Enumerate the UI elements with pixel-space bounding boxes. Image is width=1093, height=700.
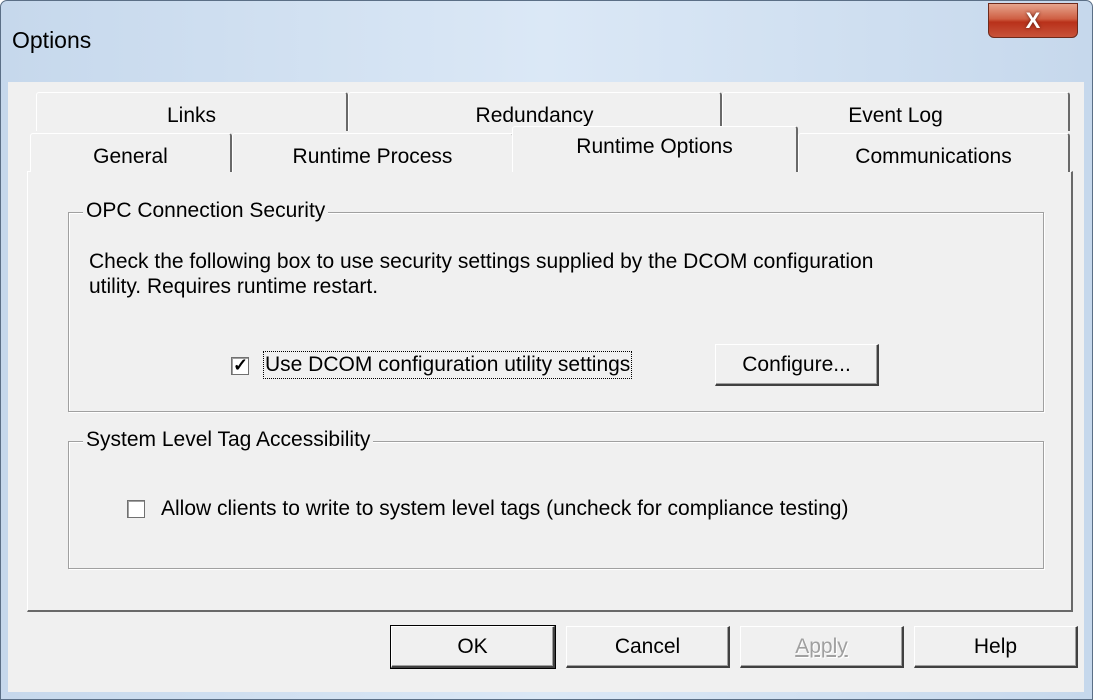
tab-general[interactable]: General: [30, 133, 232, 172]
tab-runtime-process[interactable]: Runtime Process: [232, 133, 514, 172]
description-line: Check the following box to use security …: [89, 250, 874, 273]
tab-label: Redundancy: [475, 104, 594, 127]
button-label: Help: [973, 634, 1018, 658]
use-dcom-checkbox[interactable]: ✓: [231, 355, 249, 375]
button-label: Cancel: [614, 634, 681, 658]
button-label: Configure...: [742, 352, 851, 376]
tab-links[interactable]: Links: [36, 92, 348, 131]
group-title: OPC Connection Security: [83, 199, 329, 223]
tab-label: Communications: [855, 145, 1012, 168]
help-button[interactable]: Help: [914, 626, 1078, 668]
description-line: utility. Requires runtime restart.: [89, 275, 379, 298]
tab-label: Runtime Process: [292, 145, 453, 168]
use-dcom-label[interactable]: Use DCOM configuration utility settings: [262, 351, 633, 379]
button-label: OK: [457, 634, 488, 658]
window-title: Options: [12, 27, 92, 53]
opc-security-description: Check the following box to use security …: [89, 249, 1029, 299]
allow-write-label[interactable]: Allow clients to write to system level t…: [161, 497, 848, 521]
cancel-button[interactable]: Cancel: [566, 626, 730, 668]
tab-communications[interactable]: Communications: [798, 133, 1070, 172]
button-label: Apply: [795, 634, 848, 658]
close-button[interactable]: X: [988, 3, 1078, 38]
tab-label: Event Log: [848, 104, 943, 127]
ok-button[interactable]: OK: [390, 625, 556, 669]
tab-label: Runtime Options: [576, 134, 733, 158]
apply-button[interactable]: Apply: [740, 626, 904, 668]
group-title: System Level Tag Accessibility: [83, 428, 374, 452]
tab-label: Links: [166, 104, 217, 127]
tab-label: General: [93, 145, 168, 168]
opc-connection-security-group: OPC Connection Security Check the follow…: [68, 199, 1044, 412]
configure-button[interactable]: Configure...: [715, 344, 879, 386]
close-icon: X: [1025, 7, 1041, 33]
checkmark-icon: ✓: [233, 355, 249, 375]
allow-write-checkbox[interactable]: [127, 500, 145, 518]
title-bar[interactable]: Options X: [1, 1, 1092, 83]
system-level-tag-group: System Level Tag Accessibility Allow cli…: [68, 428, 1044, 569]
tab-runtime-options[interactable]: Runtime Options: [512, 126, 798, 172]
